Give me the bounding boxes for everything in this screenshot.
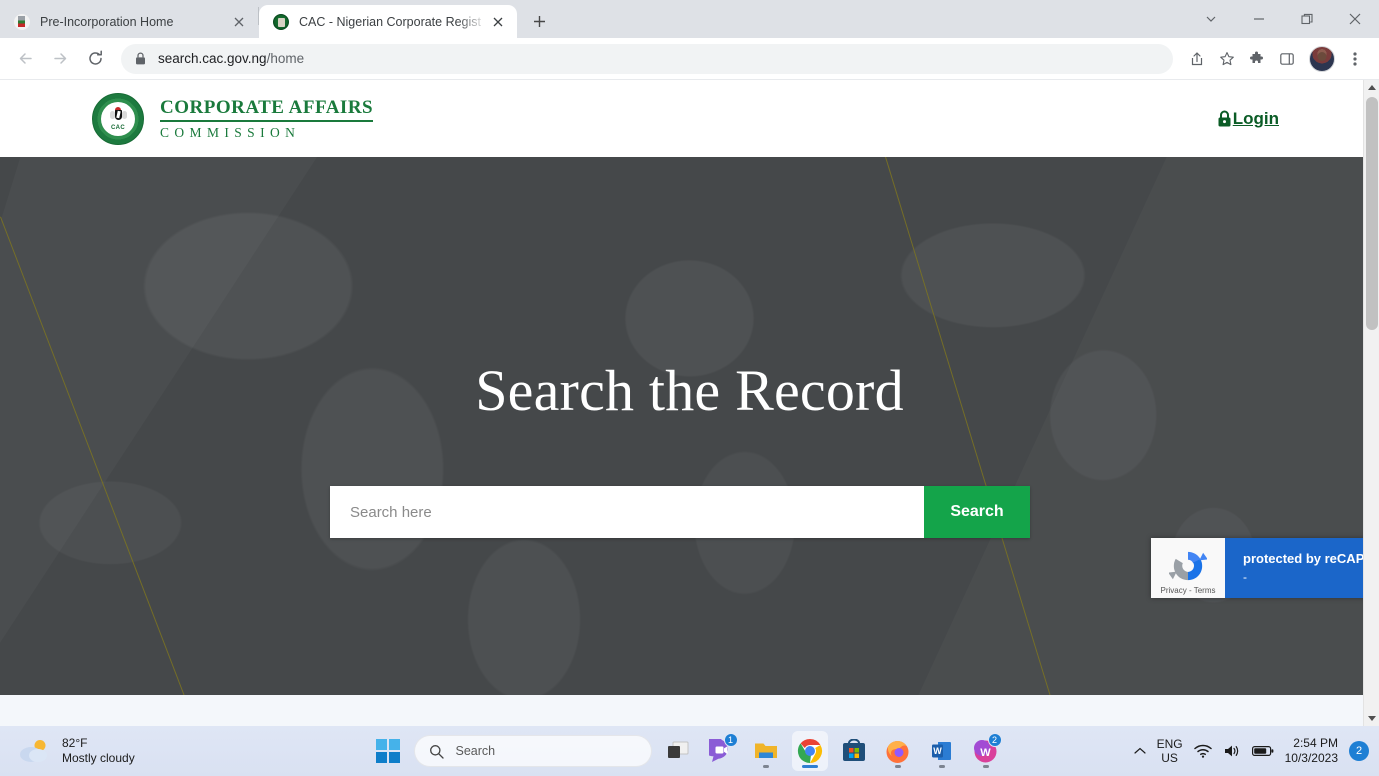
- browser-tab-1-title: Pre-Incorporation Home: [40, 14, 174, 29]
- close-window-button[interactable]: [1331, 0, 1379, 38]
- teams-chat-badge: 1: [723, 733, 738, 747]
- login-link[interactable]: Login: [1217, 109, 1279, 129]
- three-dot-menu-icon[interactable]: [1341, 45, 1369, 73]
- profile-avatar[interactable]: [1309, 45, 1335, 72]
- weather-text: 82°F Mostly cloudy: [62, 736, 135, 766]
- address-bar-host: search.cac.gov.ng: [158, 51, 267, 66]
- weather-condition: Mostly cloudy: [62, 751, 135, 765]
- minimize-window-button[interactable]: [1235, 0, 1283, 38]
- address-bar[interactable]: search.cac.gov.ng/home: [121, 43, 1173, 74]
- chrome-active-indicator: [801, 765, 818, 768]
- seal-label: CAC: [111, 124, 125, 131]
- share-icon[interactable]: [1183, 45, 1211, 73]
- search-input[interactable]: [330, 486, 924, 538]
- brand-name: CORPORATE AFFAIRS COMMISSION: [160, 97, 374, 141]
- recaptcha-logo-icon: [1169, 551, 1207, 581]
- cac-seal-icon: CAC: [92, 92, 144, 145]
- file-explorer-running-indicator: [762, 765, 769, 768]
- scroll-down-arrow-icon[interactable]: [1364, 710, 1379, 726]
- reload-button[interactable]: [80, 44, 110, 74]
- page-title: Search the Record: [475, 358, 904, 423]
- forward-button[interactable]: [45, 44, 75, 74]
- wps-office-badge: 2: [987, 733, 1002, 747]
- page-viewport: CAC CORPORATE AFFAIRS COMMISSION Login S…: [0, 80, 1379, 726]
- coat-of-arms-icon: [109, 106, 127, 125]
- cac-seal-icon: [273, 13, 289, 30]
- scrollbar-thumb[interactable]: [1366, 97, 1378, 330]
- recaptcha-protected-text: protected by reCAP: [1243, 551, 1365, 566]
- extensions-puzzle-icon[interactable]: [1243, 45, 1271, 73]
- weather-temperature: 82°F: [62, 736, 88, 750]
- back-button[interactable]: [10, 44, 40, 74]
- brand-line-1: CORPORATE AFFAIRS: [160, 97, 374, 122]
- start-button[interactable]: [375, 739, 400, 763]
- svg-text:W: W: [933, 746, 942, 756]
- firefox-running-indicator: [894, 765, 901, 768]
- system-tray: ENG US 2:54 PM 10/3/2023 2: [1133, 736, 1369, 766]
- teams-chat-icon[interactable]: 1: [704, 731, 740, 771]
- language-line-2: US: [1161, 751, 1178, 765]
- clock-date: 10/3/2023: [1284, 751, 1338, 765]
- battery-icon[interactable]: [1251, 745, 1274, 757]
- clock-time: 2:54 PM: [1293, 736, 1338, 750]
- clock[interactable]: 2:54 PM 10/3/2023: [1285, 736, 1338, 766]
- cac-brand-logo[interactable]: CAC CORPORATE AFFAIRS COMMISSION: [92, 92, 374, 145]
- windows-taskbar: 82°F Mostly cloudy Search 1 W W 2 ENG US…: [0, 726, 1379, 776]
- recaptcha-privacy-terms[interactable]: Privacy - Terms: [1161, 586, 1216, 595]
- browser-window: Pre-Incorporation Home CAC - Nigerian Co…: [0, 0, 1379, 776]
- svg-text:W: W: [980, 747, 991, 759]
- page-lower-section: [0, 695, 1379, 726]
- tab-search-button[interactable]: [1187, 0, 1235, 38]
- language-line-1: ENG: [1156, 736, 1183, 751]
- nigeria-coat-of-arms-icon: [14, 13, 30, 30]
- lock-icon: [1217, 110, 1232, 128]
- recaptcha-subtext: -: [1243, 569, 1247, 584]
- taskbar-center-group: Search 1 W W 2: [375, 731, 1004, 771]
- hero-section: Search the Record Search Privacy - Terms: [0, 157, 1379, 695]
- firefox-icon[interactable]: [880, 731, 916, 771]
- maximize-window-button[interactable]: [1283, 0, 1331, 38]
- microsoft-store-icon[interactable]: [836, 731, 872, 771]
- partly-cloudy-icon: [18, 736, 52, 766]
- browser-tab-2-title: CAC - Nigerian Corporate Regist: [299, 14, 482, 29]
- recaptcha-badge[interactable]: Privacy - Terms protected by reCAP -: [1151, 538, 1379, 598]
- browser-tab-strip: Pre-Incorporation Home CAC - Nigerian Co…: [0, 0, 1379, 38]
- site-lock-icon: [135, 52, 146, 65]
- login-label: Login: [1232, 108, 1279, 128]
- page-scrollbar[interactable]: [1363, 80, 1379, 726]
- new-tab-button[interactable]: [524, 6, 554, 36]
- close-tab-2-button[interactable]: [487, 11, 509, 33]
- browser-toolbar: search.cac.gov.ng/home: [0, 38, 1379, 80]
- recaptcha-logo-area: Privacy - Terms: [1151, 538, 1225, 598]
- address-bar-path: /home: [266, 51, 305, 66]
- taskbar-weather-widget[interactable]: 82°F Mostly cloudy: [0, 736, 350, 766]
- close-tab-1-button[interactable]: [228, 11, 250, 33]
- wps-running-indicator: [982, 765, 989, 768]
- side-panel-icon[interactable]: [1273, 45, 1301, 73]
- word-running-indicator: [938, 765, 945, 768]
- wps-office-icon[interactable]: W 2: [968, 731, 1004, 771]
- search-button[interactable]: Search: [924, 486, 1030, 538]
- browser-tab-2[interactable]: CAC - Nigerian Corporate Regist: [259, 5, 517, 38]
- tray-overflow-icon[interactable]: [1133, 747, 1146, 755]
- taskbar-search-placeholder: Search: [455, 744, 496, 758]
- microsoft-word-icon[interactable]: W: [924, 731, 960, 771]
- search-icon: [429, 744, 444, 759]
- scroll-up-arrow-icon[interactable]: [1364, 80, 1379, 96]
- window-controls: [1187, 0, 1379, 38]
- taskbar-search-box[interactable]: Search: [413, 735, 652, 767]
- notification-badge[interactable]: 2: [1349, 741, 1369, 761]
- recaptcha-text-area: protected by reCAP -: [1225, 538, 1379, 598]
- bookmark-star-icon[interactable]: [1213, 45, 1241, 73]
- wifi-icon[interactable]: [1193, 744, 1212, 758]
- site-header: CAC CORPORATE AFFAIRS COMMISSION Login: [0, 80, 1379, 157]
- file-explorer-icon[interactable]: [748, 731, 784, 771]
- volume-speaker-icon[interactable]: [1223, 744, 1241, 758]
- task-view-icon[interactable]: [660, 731, 696, 771]
- browser-tab-1[interactable]: Pre-Incorporation Home: [0, 5, 258, 38]
- brand-line-2: COMMISSION: [160, 124, 301, 140]
- google-chrome-icon[interactable]: [791, 731, 828, 771]
- search-form: Search: [330, 486, 1030, 538]
- language-indicator[interactable]: ENG US: [1157, 737, 1183, 766]
